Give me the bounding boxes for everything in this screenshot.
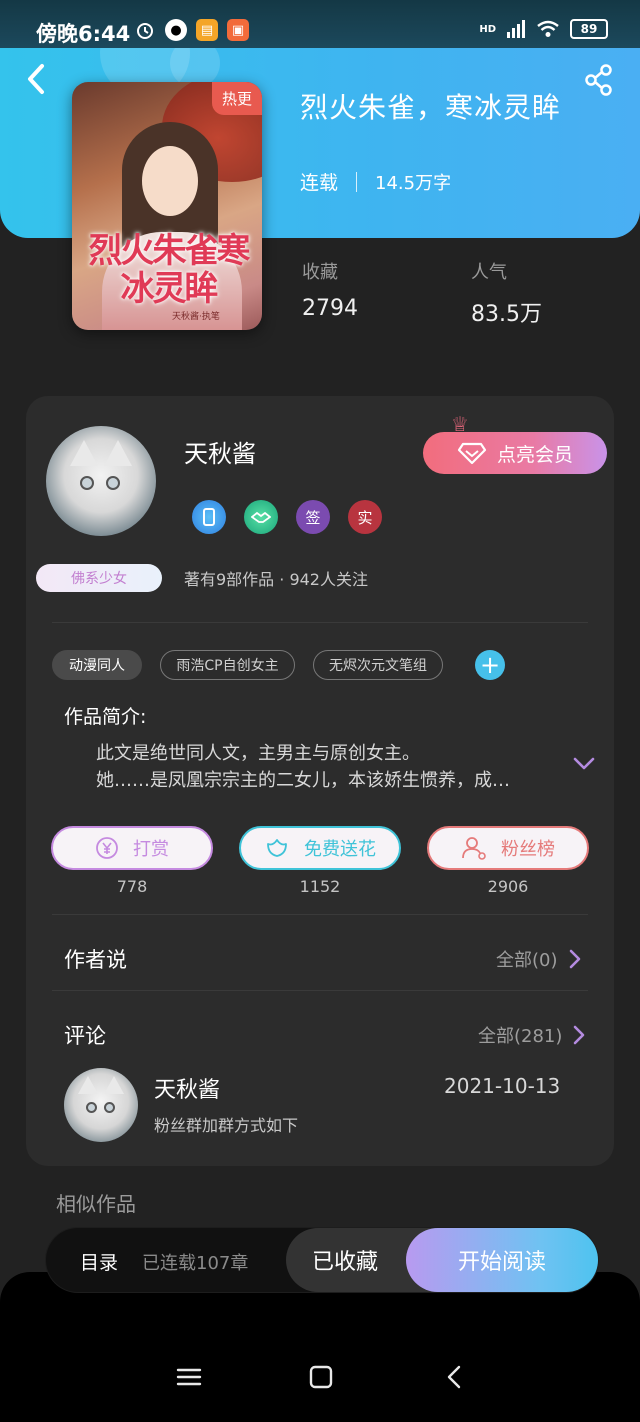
favorites-label: 收藏 <box>302 262 338 283</box>
notes-app-icon: ▤ <box>196 19 218 41</box>
cover-subtitle-art: 天秋酱·执笔 <box>172 312 220 322</box>
network-type: HD <box>479 23 496 35</box>
commenter-avatar[interactable] <box>64 1068 138 1142</box>
menu-icon[interactable] <box>174 1362 204 1392</box>
favorites-value: 2794 <box>302 296 358 321</box>
favorited-label: 已收藏 <box>312 1250 379 1275</box>
start-reading-label: 开始阅读 <box>457 1250 546 1275</box>
author-name[interactable]: 天秋酱 <box>184 434 256 469</box>
intro-line: 此文是绝世同人文，主男主与原创女主。 <box>96 743 420 764</box>
back-icon[interactable] <box>440 1362 470 1392</box>
author-says-more-label: 全部(0) <box>496 950 558 971</box>
verified-badge[interactable]: 实 <box>348 500 382 534</box>
chevron-down-icon[interactable] <box>572 756 596 772</box>
vip-button[interactable]: 点亮会员 <box>423 432 607 474</box>
reward-label: 打赏 <box>133 839 169 860</box>
commenter-name[interactable]: 天秋酱 <box>154 1072 220 1104</box>
status-notification-icons: ● ▤ ▣ <box>134 19 249 41</box>
signal-icon <box>507 20 525 38</box>
send-flower-label: 免费送花 <box>304 839 376 860</box>
alarm-icon <box>134 19 156 41</box>
status-time: 傍晚6:44 <box>36 22 131 46</box>
share-icon[interactable] <box>584 64 614 96</box>
popularity-value: 83.5万 <box>471 302 542 327</box>
intro-label: 作品简介: <box>64 706 147 728</box>
add-tag-button[interactable]: + <box>475 650 505 680</box>
divider <box>52 622 588 623</box>
vip-button-label: 点亮会员 <box>496 443 573 466</box>
author-badges: 签 实 <box>192 500 382 534</box>
start-reading-button[interactable]: 开始阅读 <box>406 1228 598 1292</box>
intro-text[interactable]: 此文是绝世同人文，主男主与原创女主。 她……是凤凰宗宗主的二女儿，本该娇生惯养，… <box>96 740 556 794</box>
battery-indicator: 89 <box>570 19 608 39</box>
back-arrow-icon[interactable] <box>22 62 52 96</box>
fan-ranking-button[interactable]: 粉丝榜 <box>427 826 589 870</box>
divider <box>52 990 588 991</box>
user-icon <box>462 837 486 860</box>
meta-divider <box>356 171 358 192</box>
flower-icon <box>267 839 287 857</box>
comments-more-label: 全部(281) <box>478 1026 563 1047</box>
author-says-more[interactable]: 全部(0) <box>496 946 582 972</box>
book-title: 烈火朱雀，寒冰灵眸 <box>300 91 562 124</box>
author-summary: 著有9部作品 · 942人关注 <box>184 570 368 589</box>
tag-item[interactable]: 动漫同人 <box>52 650 142 680</box>
chapter-count: 已连载107章 <box>142 1253 249 1274</box>
comment-date: 2021-10-13 <box>444 1074 561 1098</box>
phone-medal-icon[interactable] <box>192 500 226 534</box>
author-avatar[interactable] <box>46 426 156 536</box>
popularity-stat: 人气 83.5万 <box>471 258 542 328</box>
fan-ranking-label: 粉丝榜 <box>501 839 555 860</box>
yen-coin-icon <box>96 837 118 859</box>
chevron-right-icon <box>574 1025 585 1045</box>
book-meta: 连载 14.5万字 <box>300 168 451 195</box>
divider <box>52 914 588 915</box>
book-cover[interactable]: 烈火朱雀寒冰灵眸 天秋酱·执笔 热更 <box>72 82 262 330</box>
fan-count: 2906 <box>487 877 529 896</box>
reward-count: 778 <box>116 877 148 896</box>
diamond-icon <box>457 442 487 465</box>
intro-line: 她……是凤凰宗宗主的二女儿，本该娇生惯养，成… <box>96 770 510 791</box>
similar-works-title: 相似作品 <box>56 1192 136 1216</box>
book-word-count: 14.5万字 <box>375 172 452 194</box>
shop-app-icon: ▣ <box>227 19 249 41</box>
comments-title: 评论 <box>64 1024 106 1048</box>
wifi-icon <box>537 20 559 37</box>
book-status: 连载 <box>300 172 339 194</box>
status-system-icons: HD 89 <box>479 19 608 39</box>
navigation-area <box>0 1272 640 1422</box>
home-icon[interactable] <box>306 1362 336 1392</box>
tag-item[interactable]: 雨浩CP自创女主 <box>160 650 295 680</box>
send-flower-button[interactable]: 免费送花 <box>239 826 401 870</box>
persona-tag: 佛系少女 <box>36 564 162 592</box>
tag-item[interactable]: 无烬次元文笔组 <box>313 650 443 680</box>
comments-more[interactable]: 全部(281) <box>478 1022 586 1048</box>
favorites-stat: 收藏 2794 <box>302 258 358 321</box>
hot-badge: 热更 <box>211 82 262 115</box>
chevron-right-icon <box>569 949 580 969</box>
comment-text[interactable]: 粉丝群加群方式如下 <box>154 1112 298 1136</box>
toc-button[interactable]: 目录 <box>80 1248 118 1275</box>
qq-icon: ● <box>165 19 187 41</box>
flower-count: 1152 <box>299 877 341 896</box>
popularity-label: 人气 <box>471 262 507 283</box>
handshake-medal-icon[interactable] <box>244 500 278 534</box>
signed-badge[interactable]: 签 <box>296 500 330 534</box>
reward-button[interactable]: 打赏 <box>51 826 213 870</box>
cover-title-art: 烈火朱雀寒冰灵眸 <box>88 231 251 309</box>
author-says-title: 作者说 <box>64 948 127 972</box>
